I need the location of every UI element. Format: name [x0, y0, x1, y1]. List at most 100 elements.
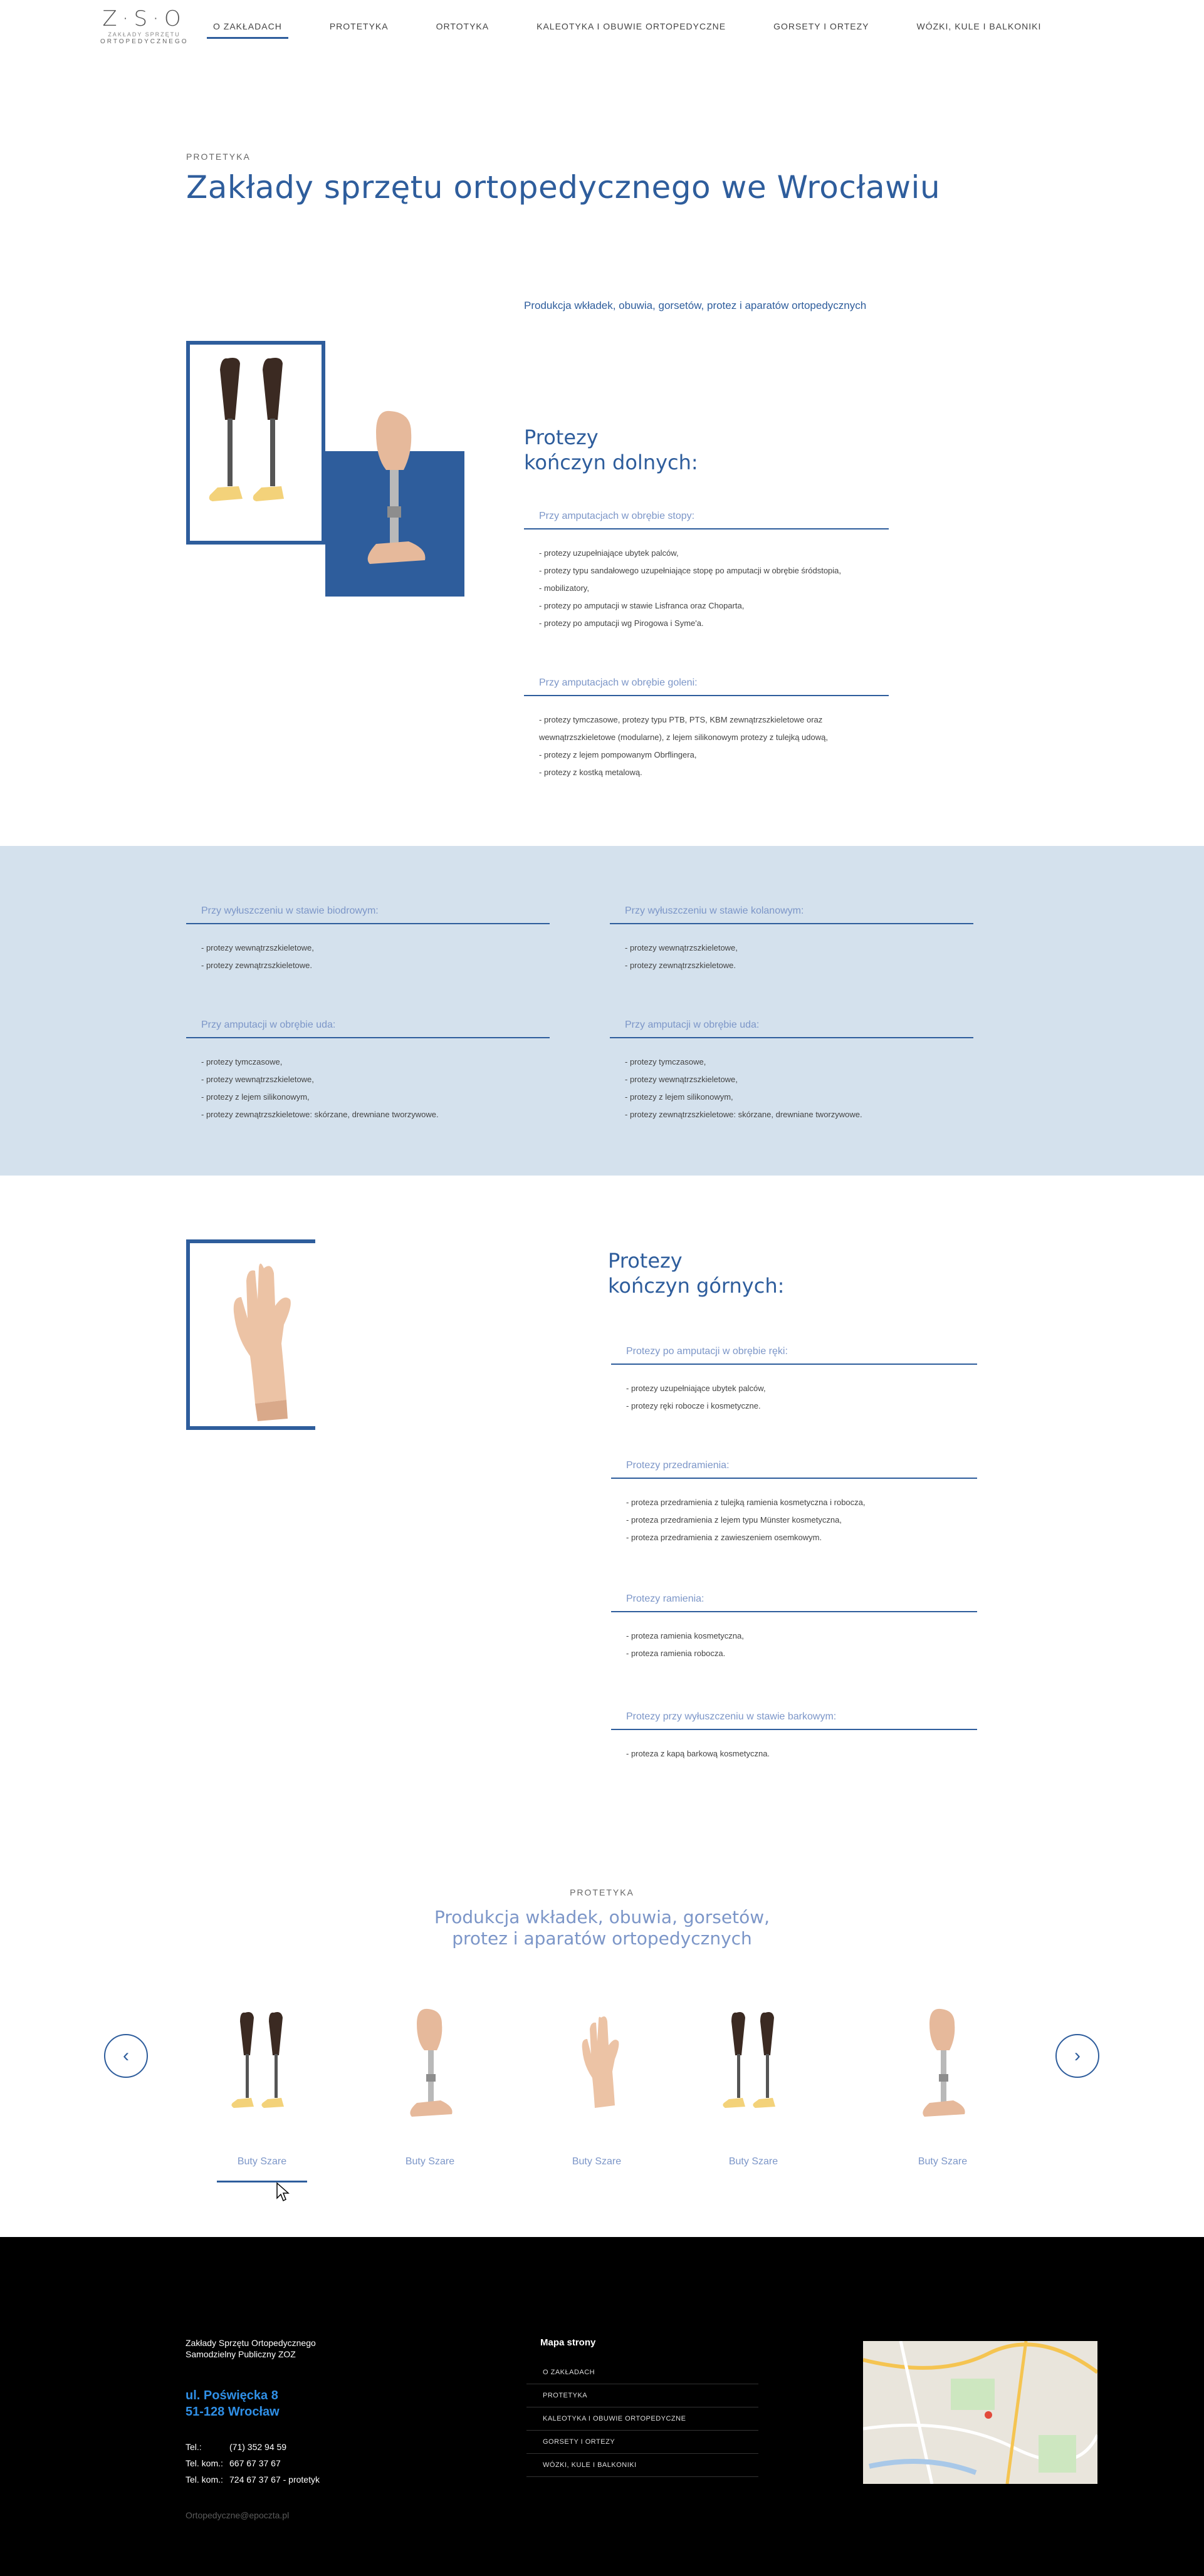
- list-item: - protezy uzupełniające ubytek palców,: [539, 548, 679, 558]
- logo[interactable]: Z·S·O ZAKŁADY SPRZĘTU ORTOPEDYCZNEGO: [100, 6, 188, 50]
- category-shin: Przy amputacjach w obrębie goleni: - pro…: [524, 677, 889, 781]
- category-shoulder: Protezy przy wyłuszczeniu w stawie barko…: [611, 1711, 977, 1763]
- list-item: - protezy tymczasowe, protezy typu PTB, …: [539, 715, 823, 724]
- category-forearm: Protezy przedramienia: - proteza przedra…: [611, 1460, 977, 1546]
- footer-email-link[interactable]: Ortopedyczne@epoczta.pl: [186, 2510, 289, 2520]
- top-navigation: Z·S·O ZAKŁADY SPRZĘTU ORTOPEDYCZNEGO O Z…: [0, 0, 1204, 56]
- category-heading: Przy amputacjach w obrębie stopy:: [524, 511, 889, 529]
- footer: Zakłady Sprzętu Ortopedycznego Samodziel…: [0, 2237, 1204, 2576]
- carousel-active-indicator: [217, 2181, 307, 2182]
- nav-item-o-zakladach[interactable]: O ZAKŁADACH: [207, 18, 288, 39]
- list-item: - protezy tymczasowe,: [201, 1057, 283, 1066]
- lower-limb-image-frame: [186, 341, 325, 545]
- category-thigh-right: Przy amputacji w obrębie uda: - protezy …: [610, 1019, 973, 1124]
- nav-item-protetyka[interactable]: PROTETYKA: [323, 18, 395, 39]
- list-item: - protezy wewnątrzszkieletowe,: [625, 943, 738, 952]
- chevron-right-icon: ›: [1074, 2045, 1081, 2066]
- carousel-title-line2: protez i aparatów ortopedycznych: [452, 1928, 752, 1949]
- category-list: - proteza z kapą barkową kosmetyczna.: [611, 1730, 977, 1763]
- category-heading: Przy amputacji w obrębie uda:: [610, 1019, 973, 1038]
- map-image: [863, 2341, 1097, 2484]
- list-item: - protezy typu sandałowego uzupełniające…: [539, 566, 842, 575]
- list-item: - mobilizatory,: [539, 583, 589, 593]
- footer-address: ul. Poświęcka 8 51-128 Wrocław: [186, 2387, 280, 2420]
- list-item: - protezy zewnątrzszkieletowe: skórzane,…: [201, 1110, 439, 1119]
- sitemap-list: O ZAKŁADACH PROTETYKA KALEOTYKA I OBUWIE…: [526, 2361, 758, 2477]
- nav-menu: O ZAKŁADACH PROTETYKA ORTOTYKA KALEOTYKA…: [207, 18, 1082, 39]
- list-item: - proteza ramienia kosmetyczna,: [626, 1631, 744, 1640]
- list-item: - protezy wewnątrzszkieletowe,: [625, 1075, 738, 1084]
- category-list: - proteza przedramienia z tulejką ramien…: [611, 1479, 977, 1546]
- upper-limbs-title-line1: Protezy: [608, 1249, 683, 1273]
- category-heading: Protezy ramienia:: [611, 1593, 977, 1612]
- category-thigh-left: Przy amputacji w obrębie uda: - protezy …: [186, 1019, 550, 1124]
- list-item: - proteza ramienia robocza.: [626, 1649, 726, 1658]
- footer-mobile-row-2[interactable]: Tel. kom.: 724 67 37 67 - protetyk: [186, 2471, 320, 2488]
- carousel-item[interactable]: Buty Szare: [540, 2005, 653, 2167]
- logo-subtitle: ZAKŁADY SPRZĘTU: [108, 31, 181, 38]
- phone-value: (71) 352 94 59: [229, 2442, 287, 2452]
- intro-text: Produkcja wkładek, obuwia, gorsetów, pro…: [524, 300, 867, 311]
- carousel-prev-button[interactable]: ‹: [104, 2034, 148, 2078]
- category-heading: Przy wyłuszczeniu w stawie kolanowym:: [610, 905, 973, 924]
- list-item: - proteza przedramienia z lejem typu Mün…: [626, 1515, 842, 1525]
- carousel-item-label: Buty Szare: [237, 2156, 287, 2167]
- list-item: - protezy wewnątrzszkieletowe,: [201, 1075, 314, 1084]
- carousel-item-label: Buty Szare: [918, 2156, 968, 2167]
- category-list: - protezy uzupełniające ubytek palców, -…: [524, 529, 889, 632]
- phone-value: 667 67 37 67: [229, 2458, 281, 2468]
- logo-subtitle-2: ORTOPEDYCZNEGO: [100, 38, 189, 45]
- list-item: - proteza przedramienia z zawieszeniem o…: [626, 1533, 822, 1542]
- carousel-title-line1: Produkcja wkładek, obuwia, gorsetów,: [434, 1907, 770, 1927]
- nav-item-kaleotyka[interactable]: KALEOTYKA I OBUWIE ORTOPEDYCZNE: [530, 18, 732, 39]
- carousel-item[interactable]: Buty Szare: [697, 2005, 810, 2167]
- list-item: - protezy z lejem silikonowym,: [201, 1092, 310, 1102]
- category-heading: Przy amputacjach w obrębie goleni:: [524, 677, 889, 696]
- phone-value: 724 67 37 67 - protetyk: [229, 2474, 320, 2485]
- footer-contacts: Tel.: (71) 352 94 59 Tel. kom.: 667 67 37 …: [186, 2439, 320, 2488]
- carousel-item[interactable]: Buty Szare: [206, 2005, 318, 2167]
- category-list: - protezy uzupełniające ubytek palców, -…: [611, 1365, 977, 1415]
- sitemap-title: Mapa strony: [540, 2337, 596, 2348]
- sitemap-link-o-zakladach[interactable]: O ZAKŁADACH: [526, 2361, 758, 2384]
- light-blue-section: Przy wyłuszczeniu w stawie biodrowym: - …: [0, 846, 1204, 1176]
- footer-phone-row[interactable]: Tel.: (71) 352 94 59: [186, 2439, 320, 2455]
- list-item: - protezy zewnątrzszkieletowe.: [201, 961, 313, 970]
- category-list: - protezy tymczasowe, - protezy wewnątrz…: [610, 1038, 973, 1124]
- sitemap-link-wozki[interactable]: WÓZKI, KULE I BALKONIKI: [526, 2454, 758, 2477]
- nav-item-wozki[interactable]: WÓZKI, KULE I BALKONIKI: [911, 18, 1048, 39]
- carousel-next-button[interactable]: ›: [1055, 2034, 1099, 2078]
- hand-prosthesis-thumbnail: [582, 2016, 619, 2108]
- nav-item-gorsety[interactable]: GORSETY I ORTEZY: [767, 18, 875, 39]
- list-item: - protezy uzupełniające ubytek palców,: [626, 1384, 766, 1393]
- category-list: - protezy wewnątrzszkieletowe, - protezy…: [186, 924, 550, 974]
- carousel-item[interactable]: Buty Szare: [886, 2005, 999, 2167]
- footer-company: Zakłady Sprzętu Ortopedycznego Samodziel…: [186, 2337, 316, 2360]
- sitemap-link-kaleotyka[interactable]: KALEOTYKA I OBUWIE ORTOPEDYCZNE: [526, 2407, 758, 2431]
- carousel-item-label: Buty Szare: [405, 2156, 455, 2167]
- category-hand: Protezy po amputacji w obrębie ręki: - p…: [611, 1346, 977, 1415]
- legs-prosthesis-image: [209, 358, 284, 501]
- upper-limb-image-frame: [186, 1239, 315, 1430]
- leg-prosthesis-thumbnail: [923, 2008, 965, 2117]
- carousel-item-label: Buty Szare: [572, 2156, 622, 2167]
- nav-item-ortotyka[interactable]: ORTOTYKA: [430, 18, 496, 39]
- category-heading: Przy wyłuszczeniu w stawie biodrowym:: [186, 905, 550, 924]
- footer-mobile-row[interactable]: Tel. kom.: 667 67 37 67: [186, 2455, 320, 2471]
- carousel-title: Produkcja wkładek, obuwia, gorsetów, pro…: [0, 1907, 1204, 1949]
- upper-limbs-title-line2: kończyn górnych:: [608, 1274, 785, 1298]
- category-knee: Przy wyłuszczeniu w stawie kolanowym: - …: [610, 905, 973, 974]
- sitemap-link-gorsety[interactable]: GORSETY I ORTEZY: [526, 2431, 758, 2454]
- phone-label: Tel. kom.:: [186, 2458, 223, 2468]
- location-map[interactable]: [863, 2341, 1097, 2484]
- category-heading: Przy amputacji w obrębie uda:: [186, 1019, 550, 1038]
- footer-address-line2: 51-128 Wrocław: [186, 2405, 280, 2419]
- sitemap-link-protetyka[interactable]: PROTETYKA: [526, 2384, 758, 2407]
- legs-prosthesis-thumbnail: [231, 2012, 284, 2108]
- leg-prosthesis-thumbnail: [410, 2008, 453, 2117]
- legs-prosthesis-thumbnail: [723, 2012, 775, 2108]
- list-item: - proteza z kapą barkową kosmetyczna.: [626, 1749, 770, 1758]
- list-item: - proteza przedramienia z tulejką ramien…: [626, 1498, 866, 1507]
- list-item: - protezy ręki robocze i kosmetyczne.: [626, 1401, 761, 1411]
- carousel-item[interactable]: Buty Szare: [374, 2005, 486, 2167]
